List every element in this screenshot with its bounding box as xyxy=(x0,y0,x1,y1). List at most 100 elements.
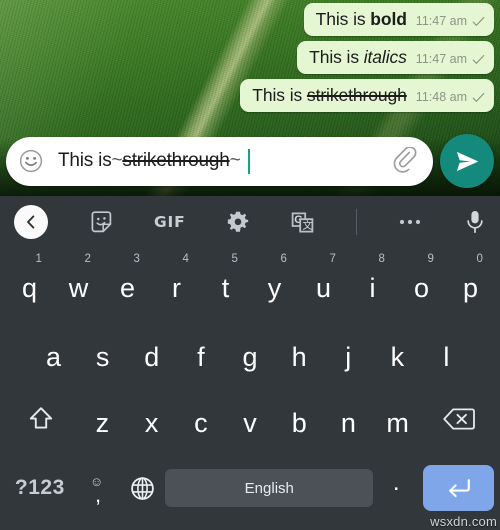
key-number-hint: 4 xyxy=(182,253,189,265)
key-b[interactable]: b xyxy=(275,386,324,452)
whatsapp-screen: This is bold 11:47 am This is italics 11… xyxy=(0,0,500,530)
message-text: This is bold xyxy=(316,9,407,30)
keyboard-row-3: z x c v b n m xyxy=(0,386,500,452)
key-number-hint: 9 xyxy=(427,253,434,265)
key-q[interactable]: 1q xyxy=(5,248,54,320)
composer-field[interactable]: This is ~ strikethrough ~ xyxy=(6,136,433,186)
composer-text-strike: strikethrough xyxy=(122,150,230,171)
toolbar-sticker-button[interactable] xyxy=(89,210,114,235)
shift-arrow-icon xyxy=(30,407,53,429)
key-y[interactable]: 6y xyxy=(250,248,299,320)
toolbar-back-button[interactable] xyxy=(14,205,48,239)
key-label: p xyxy=(462,272,479,303)
composer-tilde-open: ~ xyxy=(111,150,123,171)
toolbar-microphone-button[interactable] xyxy=(464,209,486,235)
key-period[interactable]: . xyxy=(373,452,419,524)
key-m[interactable]: m xyxy=(373,386,422,452)
single-check-icon xyxy=(472,16,485,26)
key-o[interactable]: 9o xyxy=(397,248,446,320)
key-r[interactable]: 4r xyxy=(152,248,201,320)
message-time: 11:47 am xyxy=(415,52,467,66)
key-d[interactable]: d xyxy=(127,320,176,386)
key-label: o xyxy=(413,272,430,303)
key-j[interactable]: j xyxy=(324,320,373,386)
key-l[interactable]: l xyxy=(422,320,471,386)
translate-icon: G 文 xyxy=(292,212,314,232)
key-language[interactable] xyxy=(119,452,165,524)
key-f[interactable]: f xyxy=(176,320,225,386)
key-i[interactable]: 8i xyxy=(348,248,397,320)
on-screen-keyboard: 1q 2w 3e 4r 5t 6y 7u 8i 9o 0p a s d f g … xyxy=(0,248,500,530)
key-x[interactable]: x xyxy=(127,386,176,452)
send-button[interactable] xyxy=(440,134,494,188)
key-s[interactable]: s xyxy=(78,320,127,386)
message-meta: 11:47 am xyxy=(416,52,485,66)
message-prefix: This is xyxy=(315,9,371,29)
paperclip-icon xyxy=(393,147,417,173)
toolbar-more-button[interactable] xyxy=(397,217,423,227)
key-k[interactable]: k xyxy=(373,320,422,386)
composer-text[interactable]: This is ~ strikethrough ~ xyxy=(49,148,387,174)
key-label: c xyxy=(194,407,208,438)
key-n[interactable]: n xyxy=(324,386,373,452)
message-bubble[interactable]: This is italics 11:47 am xyxy=(297,41,494,74)
key-e[interactable]: 3e xyxy=(103,248,152,320)
key-number-hint: 2 xyxy=(84,253,91,265)
key-spacebar[interactable]: English xyxy=(165,469,374,507)
message-input-bar: This is ~ strikethrough ~ xyxy=(0,130,500,192)
toolbar-gif-button[interactable]: GIF xyxy=(154,213,185,231)
message-bubble[interactable]: This is strikethrough 11:48 am xyxy=(240,79,494,112)
keyboard-row-1: 1q 2w 3e 4r 5t 6y 7u 8i 9o 0p xyxy=(0,248,500,320)
key-c[interactable]: c xyxy=(176,386,225,452)
key-number-hint: 0 xyxy=(476,253,483,265)
key-label: j xyxy=(345,341,352,372)
key-label: k xyxy=(390,341,405,372)
key-t[interactable]: 5t xyxy=(201,248,250,320)
globe-icon xyxy=(131,476,154,500)
key-z[interactable]: z xyxy=(78,386,127,452)
toolbar-settings-button[interactable] xyxy=(226,210,250,234)
key-number-hint: 3 xyxy=(133,253,140,265)
key-number-hint: 1 xyxy=(35,253,42,265)
key-v[interactable]: v xyxy=(225,386,274,452)
key-g[interactable]: g xyxy=(225,320,274,386)
key-label: ?123 xyxy=(14,476,65,499)
key-label: , xyxy=(95,481,102,507)
message-bubble[interactable]: This is bold 11:47 am xyxy=(303,3,494,36)
backspace-icon xyxy=(442,408,475,430)
composer-tilde-close: ~ xyxy=(229,150,241,171)
message-meta: 11:47 am xyxy=(416,14,485,28)
message-styled-bold: bold xyxy=(370,9,407,29)
key-a[interactable]: a xyxy=(29,320,78,386)
key-label: h xyxy=(291,341,307,372)
key-backspace[interactable] xyxy=(422,386,495,452)
emoji-button[interactable] xyxy=(16,146,46,176)
message-list: This is bold 11:47 am This is italics 11… xyxy=(240,3,494,112)
key-number-hint: 8 xyxy=(378,253,385,265)
attach-button[interactable] xyxy=(390,145,420,177)
key-label: w xyxy=(68,272,89,303)
key-symbols[interactable]: ?123 xyxy=(6,452,74,524)
toolbar-translate-button[interactable]: G 文 xyxy=(290,210,315,235)
key-u[interactable]: 7u xyxy=(299,248,348,320)
key-label: d xyxy=(144,341,160,372)
key-label: y xyxy=(267,272,282,303)
composer-text-plain: This is xyxy=(58,150,112,171)
key-h[interactable]: h xyxy=(275,320,324,386)
site-watermark: wsxdn.com xyxy=(430,514,497,529)
message-prefix: This is xyxy=(309,47,364,67)
key-enter[interactable] xyxy=(423,465,494,511)
key-w[interactable]: 2w xyxy=(54,248,103,320)
key-p[interactable]: 0p xyxy=(446,248,495,320)
keyboard-row-4: ?123 ☺ , English . xyxy=(0,452,500,524)
message-meta: 11:48 am xyxy=(416,90,485,104)
more-options-icon xyxy=(400,219,421,225)
key-label: v xyxy=(243,407,257,438)
key-label: q xyxy=(21,272,38,303)
back-chevron-icon xyxy=(27,215,35,229)
key-label: . xyxy=(392,469,400,496)
enter-return-icon xyxy=(448,479,470,498)
key-comma[interactable]: ☺ , xyxy=(74,452,120,524)
key-label: n xyxy=(340,407,356,438)
key-shift[interactable] xyxy=(5,386,78,452)
